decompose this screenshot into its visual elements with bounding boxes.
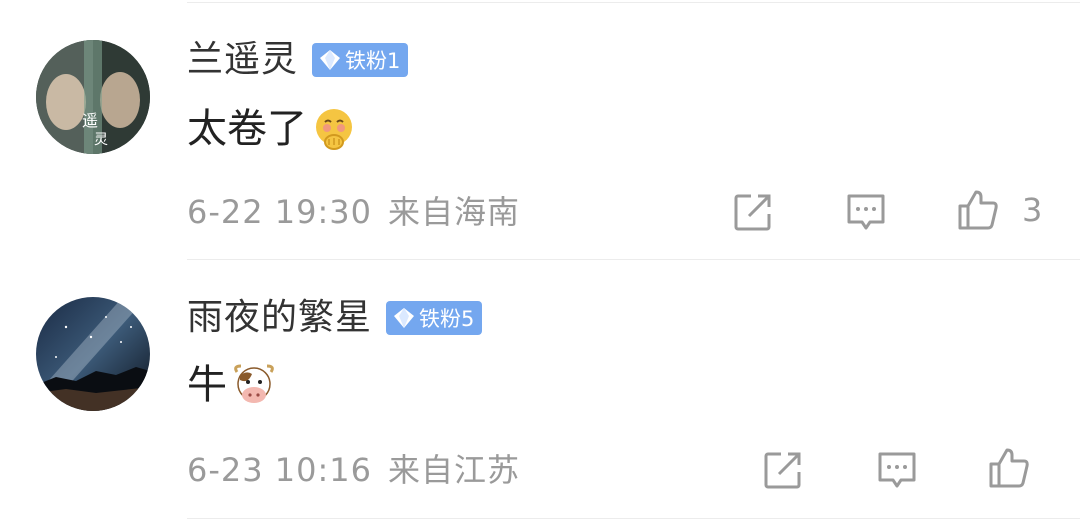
diamond-icon — [320, 50, 341, 70]
like-button[interactable]: 3 — [956, 188, 1042, 232]
badge-label: 铁粉5 — [419, 307, 475, 331]
comment-date: 6-22 19:30 — [187, 193, 373, 231]
comment-divider — [187, 259, 1080, 260]
thumbs-up-icon — [989, 448, 1029, 488]
comment-location: 来自江苏 — [388, 451, 521, 489]
cow-face-emoji-icon — [234, 364, 274, 403]
svg-text:灵: 灵 — [94, 132, 108, 148]
flushed-hands-emoji-icon — [316, 109, 352, 150]
comment-meta: 6-23 10:16 来自江苏 — [187, 454, 520, 486]
share-button[interactable] — [731, 190, 775, 234]
top-divider — [187, 2, 1080, 3]
username[interactable]: 兰遥灵 — [187, 42, 298, 78]
name-row: 雨夜的繁星 铁粉5 — [187, 300, 483, 336]
comment-text: 太卷了 — [187, 106, 307, 152]
bottom-divider — [187, 518, 1080, 519]
diamond-icon — [394, 308, 415, 328]
comment-date: 6-23 10:16 — [187, 451, 373, 489]
share-button[interactable] — [761, 448, 805, 492]
comment-icon — [878, 452, 916, 488]
comment-text: 牛 — [187, 362, 227, 408]
fan-badge[interactable]: 铁粉1 — [312, 43, 409, 77]
comment-body: 牛 — [187, 362, 277, 408]
name-row: 兰遥灵 铁粉1 — [187, 42, 409, 78]
comment-icon — [847, 194, 885, 230]
thumbs-up-icon — [958, 190, 998, 230]
avatar[interactable]: 遥 灵 — [36, 40, 150, 154]
share-icon — [764, 452, 801, 489]
username[interactable]: 雨夜的繁星 — [187, 300, 372, 336]
comment-button[interactable] — [844, 190, 888, 234]
comment-body: 太卷了 — [187, 106, 357, 152]
like-count: 3 — [1022, 191, 1043, 229]
share-icon — [734, 194, 771, 231]
svg-text:遥: 遥 — [82, 111, 98, 130]
avatar[interactable] — [36, 297, 150, 411]
comment-location: 来自海南 — [388, 193, 521, 231]
comment-button[interactable] — [875, 448, 919, 492]
badge-label: 铁粉1 — [345, 49, 401, 73]
fan-badge[interactable]: 铁粉5 — [386, 301, 483, 335]
like-button[interactable] — [987, 446, 1031, 490]
comment-meta: 6-22 19:30 来自海南 — [187, 196, 520, 228]
